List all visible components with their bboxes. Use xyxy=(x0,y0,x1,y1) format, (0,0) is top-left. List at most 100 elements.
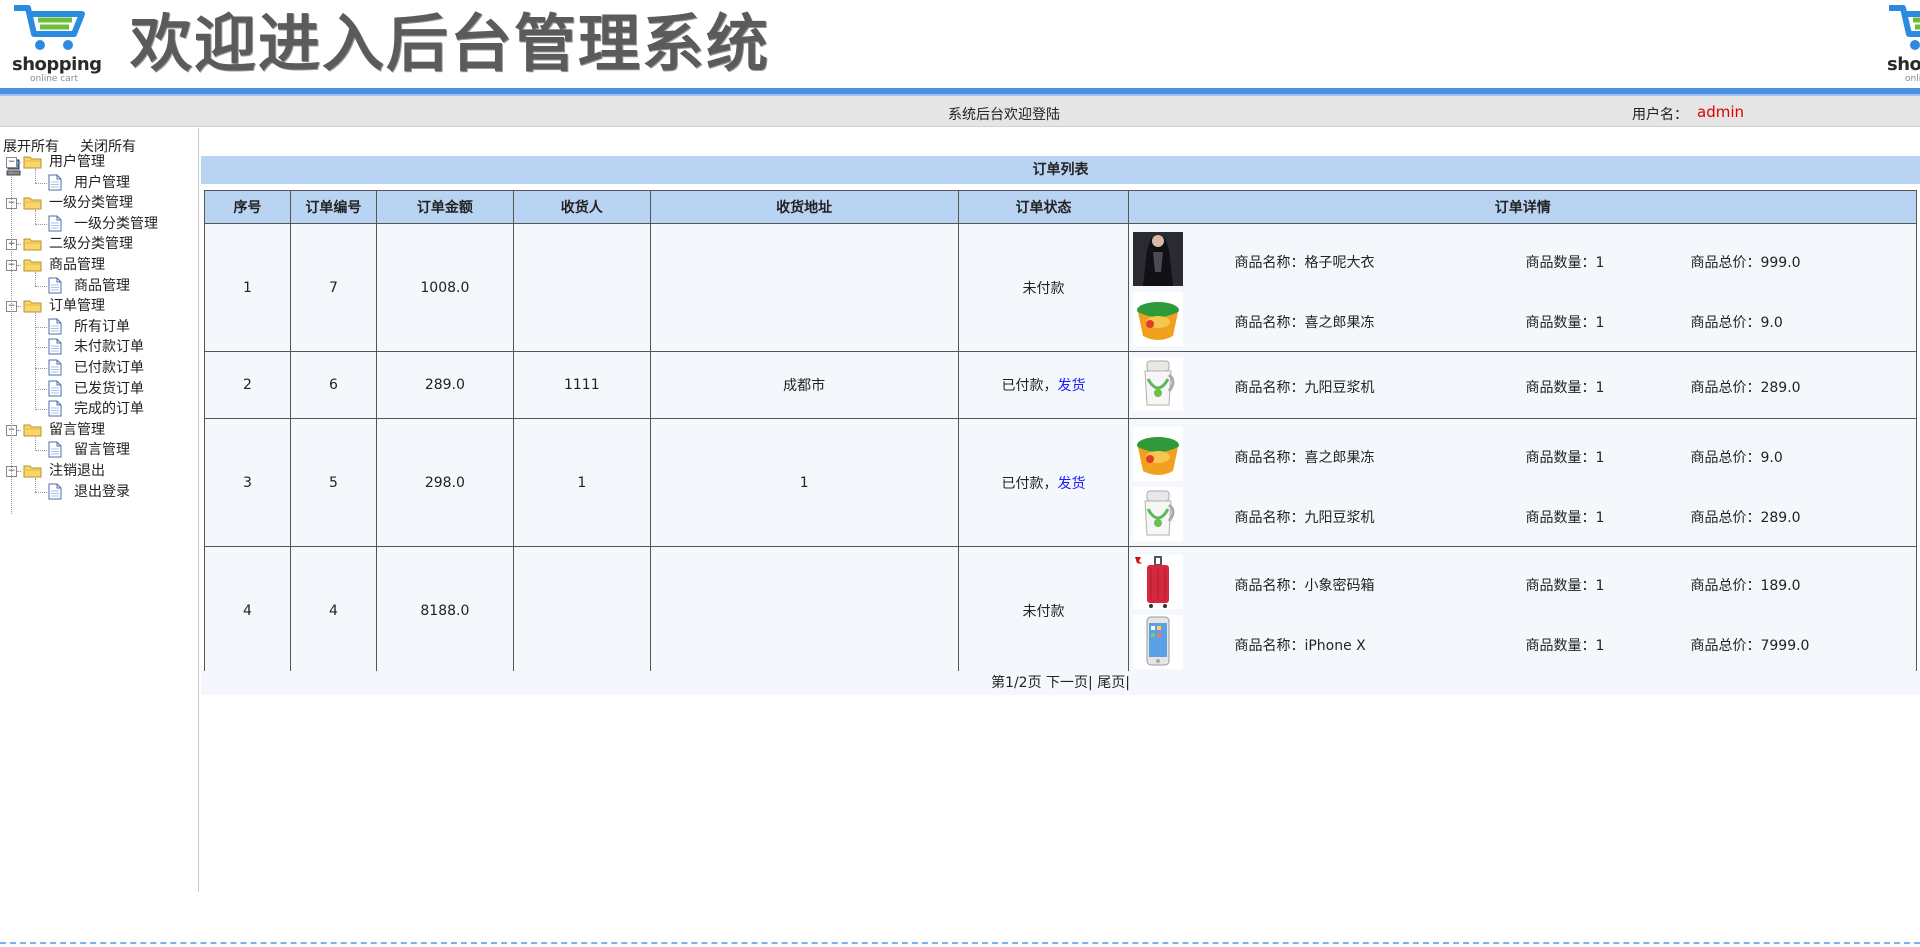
iphone-photo[interactable] xyxy=(1133,614,1184,669)
detail-item: 商品名称：iPhone X 商品数量：1 商品总价：7999.0 xyxy=(1129,611,1916,671)
item-qty-label: 商品数量： xyxy=(1525,449,1596,466)
coat-photo[interactable] xyxy=(1133,231,1184,286)
page-icon xyxy=(48,318,62,335)
item-qty-label: 商品数量： xyxy=(1525,637,1596,654)
item-qty-value: 1 xyxy=(1595,449,1605,466)
item-qty-value: 1 xyxy=(1595,314,1605,331)
sidebar-item-label: 未付款订单 xyxy=(74,339,144,356)
shopping-cart-icon xyxy=(14,5,85,50)
logo-tagline: online cart xyxy=(1905,74,1920,86)
page-icon xyxy=(48,174,62,191)
soymilk-maker-photo[interactable] xyxy=(1133,486,1184,541)
item-total-label: 商品总价： xyxy=(1690,314,1761,331)
cell-order-no: 4 xyxy=(289,546,377,675)
item-name-label: 商品名称： xyxy=(1234,577,1305,594)
item-total-label: 商品总价： xyxy=(1690,380,1761,396)
item-total-value: 9.0 xyxy=(1760,314,1783,331)
folder-icon xyxy=(23,196,42,210)
tree-connector xyxy=(35,326,47,328)
tree-connector xyxy=(35,368,47,369)
item-name-label: 商品名称： xyxy=(1234,254,1305,271)
item-name-label: 商品名称： xyxy=(1234,314,1305,331)
column-header: 收货地址 xyxy=(649,190,959,224)
sidebar-item-label: 商品管理 xyxy=(74,277,130,294)
item-name-value: iPhone X xyxy=(1304,637,1366,654)
cell-order-no: 5 xyxy=(289,418,377,547)
tree-connector xyxy=(11,170,12,515)
soymilk-maker-photo[interactable] xyxy=(1133,357,1184,411)
item-total: 商品总价：189.0 xyxy=(1690,575,1800,595)
tree-connector xyxy=(35,271,36,287)
tree-connector xyxy=(17,265,21,266)
welcome-text: 系统后台欢迎登陆 xyxy=(948,107,1060,123)
item-name-value: 小象密码箱 xyxy=(1304,577,1375,594)
detail-item: 商品名称：小象密码箱 商品数量：1 商品总价：189.0 xyxy=(1129,551,1916,611)
item-qty: 商品数量：1 xyxy=(1525,575,1604,595)
cell-details: 商品名称：九阳豆浆机 商品数量：1 商品总价：289.0 xyxy=(1128,351,1917,419)
cell-order-no: 7 xyxy=(289,223,377,352)
item-qty: 商品数量：1 xyxy=(1525,252,1604,272)
item-name: 商品名称：iPhone X xyxy=(1234,635,1365,655)
status-text: 已付款， xyxy=(1001,475,1058,492)
page-icon xyxy=(48,277,62,294)
tree-connector xyxy=(17,471,21,472)
tree-connector xyxy=(35,168,36,184)
item-total: 商品总价：7999.0 xyxy=(1690,635,1809,655)
item-total-label: 商品总价： xyxy=(1690,577,1761,594)
cell-details: 商品名称：喜之郎果冻 商品数量：1 商品总价：9.0 商品名称：九阳豆浆机 商品数量：1… xyxy=(1128,418,1917,547)
item-total: 商品总价：9.0 xyxy=(1690,312,1782,332)
ship-link[interactable]: 发货 xyxy=(1058,378,1086,394)
cell-order-no: 6 xyxy=(289,351,377,419)
folder-icon xyxy=(23,464,42,478)
item-total-value: 999.0 xyxy=(1760,254,1801,271)
last-page-link[interactable]: 尾页 xyxy=(1097,675,1125,691)
pager-separator: | xyxy=(1125,675,1130,691)
ship-link[interactable]: 发货 xyxy=(1058,476,1086,492)
item-qty-label: 商品数量： xyxy=(1525,314,1596,331)
tree-connector xyxy=(35,409,47,411)
item-total: 商品总价：289.0 xyxy=(1690,377,1800,397)
tree-connector xyxy=(35,436,36,451)
cell-status: 未付款 xyxy=(957,223,1130,352)
folder-icon xyxy=(23,237,42,251)
jelly-photo[interactable] xyxy=(1133,291,1184,346)
table-row: 3 5 298.0 1 1 已付款，发货 商品名称：喜之郎果冻 商品数量：1 商品总价：9.0 商… xyxy=(204,418,1917,547)
item-name-value: 喜之郎果冻 xyxy=(1304,314,1375,331)
jelly-photo[interactable] xyxy=(1133,426,1184,481)
item-qty-label: 商品数量： xyxy=(1525,509,1596,526)
suitcase-photo[interactable] xyxy=(1133,554,1184,609)
folder-icon xyxy=(23,155,42,169)
item-qty-value: 1 xyxy=(1595,380,1605,396)
item-qty: 商品数量：1 xyxy=(1525,447,1604,467)
column-header: 订单状态 xyxy=(957,190,1130,224)
sidebar-item-label: 完成的订单 xyxy=(74,401,144,418)
item-total-value: 189.0 xyxy=(1760,577,1801,594)
collapse-toggle-icon[interactable]: − xyxy=(6,157,17,168)
sidebar-item-label: 已发货订单 xyxy=(74,380,144,397)
item-total-label: 商品总价： xyxy=(1690,637,1761,654)
shopping-logo: shopping online cart xyxy=(8,4,102,86)
table-row: 2 6 289.0 1111 成都市 已付款，发货 商品名称：九阳豆浆机 商品数量：1 商品总价… xyxy=(204,351,1917,419)
item-total-value: 289.0 xyxy=(1760,380,1801,396)
folder-icon xyxy=(23,299,42,313)
page-info: 第1/2页 xyxy=(991,675,1042,691)
cell-index: 4 xyxy=(204,546,291,675)
table-row: 1 7 1008.0 未付款 商品名称：格子呢大衣 商品数量：1 商品总价：999.0 商品名… xyxy=(204,223,1917,352)
item-qty-value: 1 xyxy=(1595,577,1605,594)
sidebar-item-label: 一级分类管理 xyxy=(74,215,158,232)
item-name: 商品名称：九阳豆浆机 xyxy=(1234,377,1374,397)
sidebar-group-label: 用户管理 xyxy=(49,154,105,170)
item-name-label: 商品名称： xyxy=(1234,449,1305,466)
logo-brand: shopping xyxy=(12,54,102,75)
sidebar-group-label: 商品管理 xyxy=(49,257,105,273)
item-total-value: 7999.0 xyxy=(1760,637,1810,654)
column-header: 订单编号 xyxy=(289,190,377,224)
detail-item: 商品名称：九阳豆浆机 商品数量：1 商品总价：289.0 xyxy=(1129,483,1916,543)
next-page-link[interactable]: 下一页 xyxy=(1046,675,1088,691)
page-icon xyxy=(48,400,62,417)
sidebar-tree: 展开所有 关闭所有 − 用户管理 用户管理 − 一级分类管理 一级分类管理 + 二级分类管理 − 商品… xyxy=(0,128,199,892)
order-list-title: 订单列表 xyxy=(201,156,1920,184)
item-total: 商品总价：289.0 xyxy=(1690,507,1800,527)
item-total: 商品总价：999.0 xyxy=(1690,252,1800,272)
item-qty-label: 商品数量： xyxy=(1525,254,1596,271)
